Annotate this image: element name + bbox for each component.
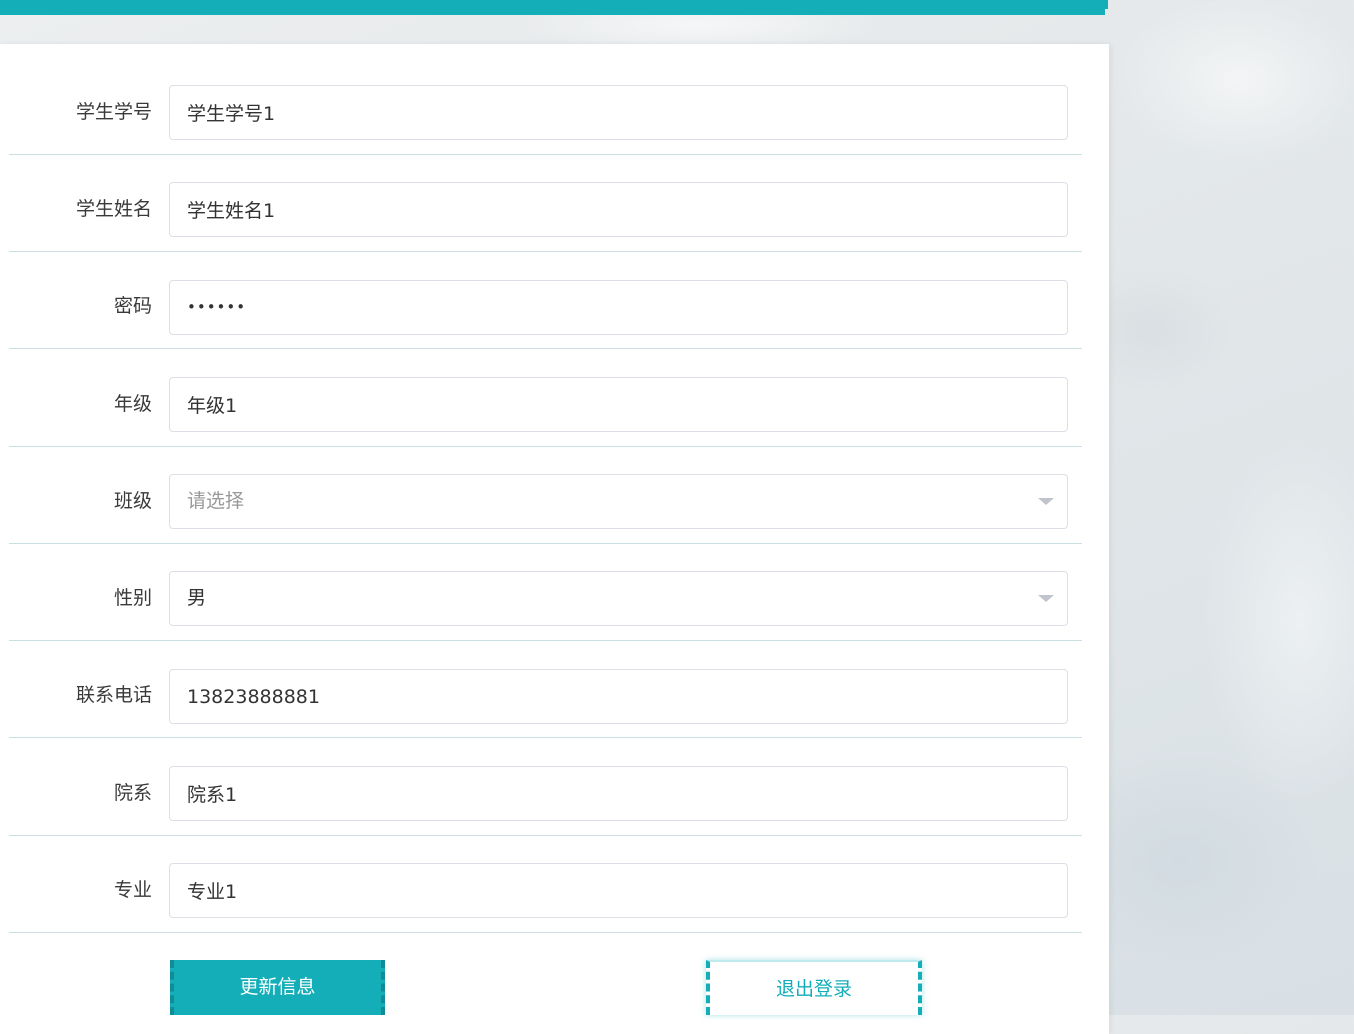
form-row-department: 院系 xyxy=(9,739,1082,836)
grade-input[interactable] xyxy=(169,377,1068,432)
logout-button[interactable]: 退出登录 xyxy=(706,960,922,1015)
student-name-input[interactable] xyxy=(169,182,1068,237)
form-row-major: 专业 xyxy=(9,836,1082,933)
password-label: 密码 xyxy=(113,295,152,317)
profile-form-card: 学生学号 学生姓名 密码 •••••• 年级 班级 请选择 性别 男 联系电话 xyxy=(0,44,1109,1034)
chevron-down-icon xyxy=(1038,595,1054,602)
form-row-student-name: 学生姓名 xyxy=(9,155,1082,252)
student-id-input[interactable] xyxy=(169,85,1068,140)
student-name-label: 学生姓名 xyxy=(75,198,152,220)
top-accent-bar xyxy=(0,0,1108,15)
gender-label: 性别 xyxy=(113,587,152,609)
form-row-password: 密码 •••••• xyxy=(9,252,1082,349)
major-input[interactable] xyxy=(169,863,1068,918)
update-info-button[interactable]: 更新信息 xyxy=(170,960,385,1015)
department-label: 院系 xyxy=(113,782,152,804)
grade-label: 年级 xyxy=(113,393,152,415)
gender-select[interactable]: 男 xyxy=(169,571,1068,626)
phone-input[interactable] xyxy=(169,669,1068,724)
class-select-placeholder: 请选择 xyxy=(187,490,245,512)
class-label: 班级 xyxy=(113,490,152,512)
chevron-down-icon xyxy=(1038,498,1054,505)
form-row-phone: 联系电话 xyxy=(9,641,1082,738)
major-label: 专业 xyxy=(113,879,152,901)
class-select[interactable]: 请选择 xyxy=(169,474,1068,529)
form-row-grade: 年级 xyxy=(9,350,1082,447)
phone-label: 联系电话 xyxy=(75,684,152,706)
form-row-student-id: 学生学号 xyxy=(9,58,1082,155)
gender-select-value: 男 xyxy=(187,587,207,609)
password-input[interactable]: •••••• xyxy=(169,280,1068,335)
form-row-class: 班级 请选择 xyxy=(9,447,1082,544)
student-id-label: 学生学号 xyxy=(75,101,152,123)
form-row-gender: 性别 男 xyxy=(9,544,1082,641)
department-input[interactable] xyxy=(169,766,1068,821)
